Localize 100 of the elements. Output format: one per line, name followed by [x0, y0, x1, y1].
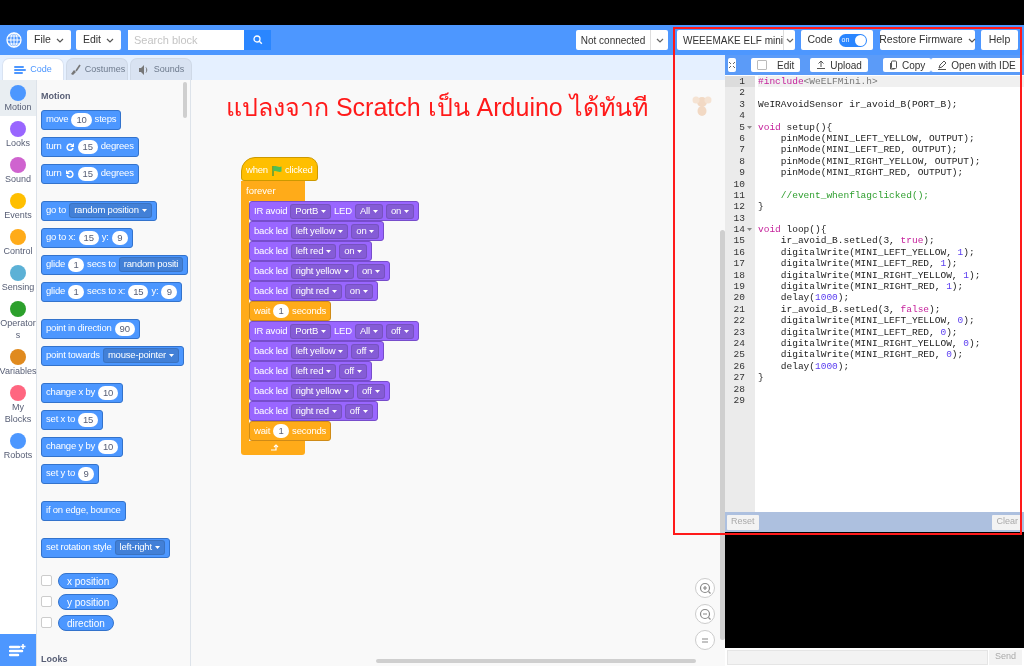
message-input[interactable]	[727, 649, 988, 665]
open-with-ide-button[interactable]: Open with IDE	[931, 58, 1022, 72]
dropdown[interactable]: PortB	[290, 323, 332, 339]
code-block[interactable]: wait 1 seconds	[249, 421, 332, 441]
code-block[interactable]: back led right red off	[249, 401, 378, 421]
fullscreen-button[interactable]	[728, 58, 736, 72]
dropdown[interactable]: off	[385, 323, 414, 339]
number-input[interactable]: 15	[77, 139, 98, 154]
code-block[interactable]: glide 1 secs to random positi	[41, 254, 189, 275]
category-item[interactable]: My Blocks	[0, 380, 36, 428]
dropdown[interactable]: mouse-pointer	[102, 348, 180, 363]
code-block[interactable]: set y to 9	[41, 463, 100, 484]
dropdown[interactable]: off	[356, 383, 385, 399]
code-block[interactable]: back led left red off	[249, 361, 373, 381]
connection-dropdown[interactable]: Not connected	[576, 30, 668, 50]
dropdown[interactable]: right yellow	[290, 383, 354, 399]
number-input[interactable]: 1	[273, 424, 290, 438]
code-block[interactable]: go to random position	[41, 200, 157, 221]
code-block[interactable]: back led left red on	[249, 241, 373, 261]
code-block[interactable]: IR avoid PortB LED All off	[249, 321, 419, 341]
restore-firmware-menu[interactable]: Restore Firmware	[880, 30, 975, 50]
number-input[interactable]: 90	[114, 321, 135, 336]
edit-menu[interactable]: Edit	[75, 30, 121, 50]
code-block[interactable]: set x to 15	[41, 409, 104, 430]
category-item[interactable]: Looks	[0, 116, 36, 152]
number-input[interactable]: 10	[98, 385, 119, 400]
category-item[interactable]: Operators	[0, 296, 36, 344]
device-dropdown[interactable]: WEEEMAKE ELF mini	[677, 30, 795, 50]
dropdown[interactable]: left yellow	[290, 343, 349, 359]
category-item[interactable]: Events	[0, 188, 36, 224]
number-input[interactable]: 10	[98, 439, 119, 454]
number-input[interactable]: 9	[78, 466, 95, 481]
fold-icon[interactable]	[747, 125, 752, 129]
number-input[interactable]: 1	[68, 257, 85, 272]
code-block[interactable]: point in direction 90	[41, 318, 140, 339]
category-item[interactable]: Robots	[0, 428, 36, 464]
dropdown[interactable]: right yellow	[290, 263, 354, 279]
code-block[interactable]: point towards mouse-pointer	[41, 345, 185, 366]
code-block[interactable]: move 10 steps	[41, 109, 122, 130]
code-block[interactable]: back led right yellow on	[249, 261, 391, 281]
number-input[interactable]: 15	[77, 166, 98, 181]
category-item[interactable]: Control	[0, 224, 36, 260]
zoom-out-button[interactable]	[695, 604, 715, 624]
checkbox[interactable]	[757, 60, 767, 70]
dropdown[interactable]: left yellow	[290, 223, 349, 239]
copy-button[interactable]: Copy	[882, 58, 932, 72]
help-button[interactable]: Help	[981, 30, 1018, 50]
category-item[interactable]: Motion	[0, 80, 36, 116]
fold-icon[interactable]	[747, 228, 752, 232]
reporter-block[interactable]: direction	[58, 614, 114, 631]
code-block[interactable]: change y by 10	[41, 436, 124, 457]
dropdown[interactable]: on	[344, 283, 374, 299]
code-block[interactable]: glide 1 secs to x: 15 y: 9	[41, 281, 183, 302]
number-input[interactable]: 9	[111, 230, 128, 245]
zoom-in-button[interactable]	[695, 578, 715, 598]
code-block[interactable]: back led right red on	[249, 281, 379, 301]
dropdown[interactable]: left-right	[114, 540, 165, 555]
code-block[interactable]: back led left yellow off	[249, 341, 385, 361]
dropdown[interactable]: random positi	[118, 257, 184, 272]
category-item[interactable]: Sensing	[0, 260, 36, 296]
dropdown[interactable]: left red	[290, 363, 337, 379]
dropdown[interactable]: All	[354, 203, 383, 219]
code-block[interactable]: turn 15 degrees	[41, 163, 139, 184]
add-extension-button[interactable]	[0, 634, 36, 666]
checkbox[interactable]	[41, 575, 52, 586]
number-input[interactable]: 15	[78, 230, 99, 245]
code-block[interactable]: back led right yellow off	[249, 381, 390, 401]
number-input[interactable]: 10	[71, 112, 92, 127]
dropdown[interactable]: off	[339, 363, 368, 379]
number-input[interactable]: 15	[78, 412, 99, 427]
code-block[interactable]: set rotation style left-right	[41, 537, 170, 558]
search-field[interactable]: Search block	[128, 30, 244, 50]
file-menu[interactable]: File	[27, 30, 71, 50]
reporter-block[interactable]: x position	[58, 572, 119, 589]
code-block[interactable]: back led left yellow on	[249, 221, 385, 241]
number-input[interactable]: 15	[128, 284, 149, 299]
dropdown[interactable]: on	[351, 223, 380, 239]
number-input[interactable]: 1	[273, 304, 290, 318]
code-block[interactable]: wait 1 seconds	[249, 301, 332, 321]
upload-button[interactable]: Upload	[810, 58, 868, 72]
tab[interactable]: Code	[2, 58, 64, 80]
category-item[interactable]: Variables	[0, 344, 36, 380]
search-button[interactable]	[244, 30, 271, 50]
dropdown[interactable]: off	[344, 403, 373, 419]
edit-button[interactable]: Edit	[751, 58, 801, 72]
dropdown[interactable]: off	[351, 343, 380, 359]
checkbox[interactable]	[41, 596, 52, 607]
tab[interactable]: Costumes	[66, 58, 128, 80]
dropdown[interactable]: on	[339, 243, 368, 259]
tab[interactable]: Sounds	[130, 58, 192, 80]
checkbox[interactable]	[41, 617, 52, 628]
dropdown[interactable]: left red	[290, 243, 337, 259]
dropdown[interactable]: All	[354, 323, 383, 339]
dropdown[interactable]: right red	[290, 403, 342, 419]
reporter-block[interactable]: y position	[58, 593, 119, 610]
code-block[interactable]: if on edge, bounce	[41, 500, 126, 521]
reset-zoom-button[interactable]	[695, 630, 715, 650]
code-block[interactable]: IR avoid PortB LED All on	[249, 201, 420, 221]
dropdown[interactable]: PortB	[290, 203, 332, 219]
category-item[interactable]: Sound	[0, 152, 36, 188]
